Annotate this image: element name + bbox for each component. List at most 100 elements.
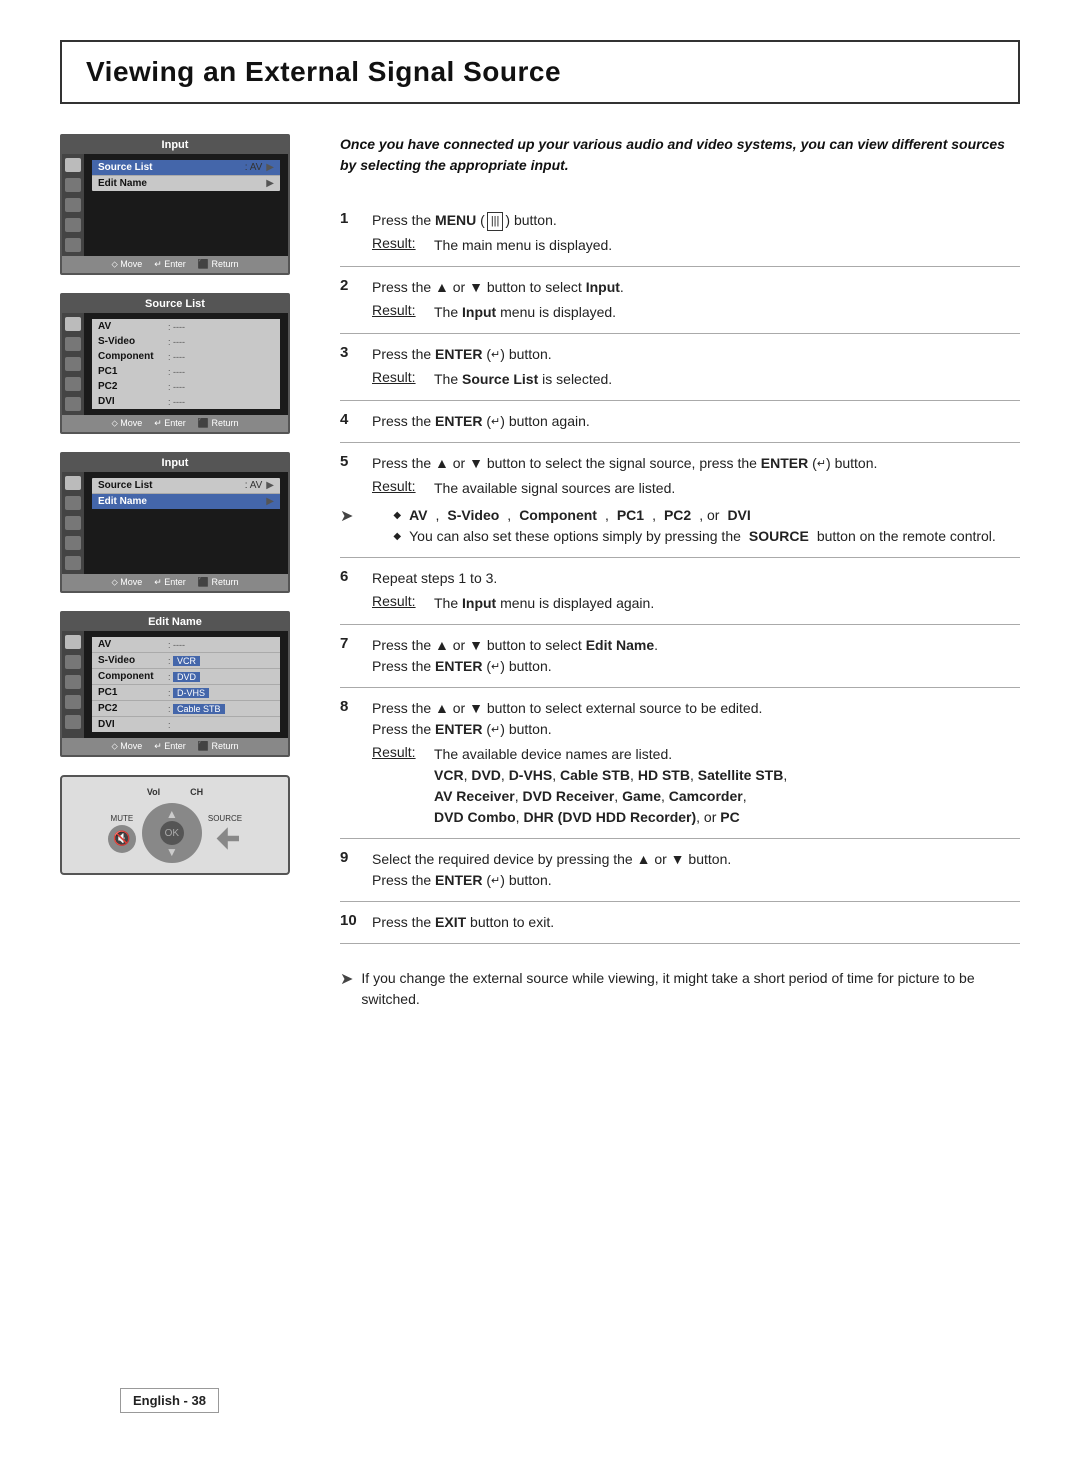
step-5-result: Result: The available signal sources are… [340,478,1020,499]
panel4-header: Edit Name [62,613,288,631]
vol-label: Vol [147,787,160,797]
panel3-footer: ⬦ Move ↵ Enter ⬛ Return [62,574,288,591]
step-5-text: Press the ▲ or ▼ button to select the si… [372,453,1020,474]
dpad-arrows: ▲ ▼ [142,803,202,863]
ch-label: CH [190,787,203,797]
sidebar-icon-4-2 [65,655,81,669]
dpad-up-icon: ▲ [166,807,178,821]
step-6-text: Repeat steps 1 to 3. [372,568,1020,589]
step-3-num: 3 [340,344,360,361]
sidebar-icon-5 [65,238,81,252]
right-content: Once you have connected up your various … [320,134,1020,1368]
sidebar-icon-4-4 [65,695,81,709]
step-5-bullets: AV, S-Video, Component, PC1, PC2, or DVI… [361,505,995,547]
sidebar-icon-4-1 [65,635,81,649]
sidebar-icon-1 [65,158,81,172]
intro-paragraph: Once you have connected up your various … [340,134,1020,176]
mute-circle: 🔇 [108,825,136,853]
sidebar-icon-3-3 [65,516,81,530]
sidebar-icon-2-2 [65,337,81,351]
sidebar-icon-3 [65,198,81,212]
step-9-row: 9 Select the required device by pressing… [340,849,1020,891]
step-1-result: Result: The main menu is displayed. [340,235,1020,256]
panel2-main: AV : ---- S-Video : ---- Component : ---… [84,313,288,415]
step-9-text: Select the required device by pressing t… [372,849,1020,891]
step-8-row: 8 Press the ▲ or ▼ button to select exte… [340,698,1020,740]
sidebar-icon-3-5 [65,556,81,570]
remote-labels: Vol CH [147,787,203,797]
source-arrow-icon [211,825,239,853]
step-7-text: Press the ▲ or ▼ button to select Edit N… [372,635,1020,677]
edit-row-dvi: DVI : [92,717,280,732]
main-content: Input Source List : AV [60,134,1020,1368]
src-row-svideo: S-Video : ---- [92,334,280,349]
footer-page-number: English - 38 [120,1388,219,1413]
step-10: 10 Press the EXIT button to exit. [340,902,1020,944]
sidebar-icon-3-2 [65,496,81,510]
src-row-pc2: PC2 : ---- [92,379,280,394]
sidebar-icon-2-5 [65,397,81,411]
step-6: 6 Repeat steps 1 to 3. Result: The Input… [340,558,1020,625]
step-1-row: 1 Press the MENU (|||) button. [340,210,1020,231]
src-row-component: Component : ---- [92,349,280,364]
src-row-pc1: PC1 : ---- [92,364,280,379]
panel2-footer: ⬦ Move ↵ Enter ⬛ Return [62,415,288,432]
source-button: SOURCE [208,814,242,853]
step-8: 8 Press the ▲ or ▼ button to select exte… [340,688,1020,839]
edit-row-av: AV : ---- [92,637,280,653]
tv-sidebar-2 [62,313,84,415]
step-7: 7 Press the ▲ or ▼ button to select Edit… [340,625,1020,688]
panel1-content: Source List : AV ▶ Edit Name ▶ [92,160,280,191]
step-9-num: 9 [340,849,360,866]
panel2-content: AV : ---- S-Video : ---- Component : ---… [92,319,280,409]
step-6-result: Result: The Input menu is displayed agai… [340,593,1020,614]
tv-panel-2: Source List AV : ---- [60,293,290,434]
step-1: 1 Press the MENU (|||) button. Result: T… [340,200,1020,267]
panel2-header: Source List [62,295,288,313]
tv-sidebar-1 [62,154,84,256]
sidebar-icon-4 [65,218,81,232]
src-row-av: AV : ---- [92,319,280,334]
step-2-text: Press the ▲ or ▼ button to select Input. [372,277,1020,298]
sidebar-icon-2-4 [65,377,81,391]
sidebar-icon-4-3 [65,675,81,689]
step-10-row: 10 Press the EXIT button to exit. [340,912,1020,933]
left-panels: Input Source List : AV [60,134,290,1368]
sidebar-icon-4-5 [65,715,81,729]
step-5: 5 Press the ▲ or ▼ button to select the … [340,443,1020,558]
step-4-num: 4 [340,411,360,428]
step-1-text: Press the MENU (|||) button. [372,210,1020,231]
sidebar-icon-2 [65,178,81,192]
step-5-notes: ➤ AV, S-Video, Component, PC1, PC2, or D… [340,505,1020,547]
sidebar-icon-2-3 [65,357,81,371]
sidebar-icon-3-4 [65,536,81,550]
step-1-num: 1 [340,210,360,227]
tv-sidebar-4 [62,631,84,738]
panel3-row-source: Source List : AV ▶ [92,478,280,494]
final-note-text: If you change the external source while … [361,968,1020,1010]
panel4-footer: ⬦ Move ↵ Enter ⬛ Return [62,738,288,755]
panel3-main: Source List : AV ▶ Edit Name ▶ [84,472,288,574]
step-10-text: Press the EXIT button to exit. [372,912,1020,933]
panel1-row-source: Source List : AV ▶ [92,160,280,176]
step-2: 2 Press the ▲ or ▼ button to select Inpu… [340,267,1020,334]
step-8-num: 8 [340,698,360,715]
remote-center: MUTE 🔇 OK ▲ ▼ [108,803,242,863]
bullet-1: AV, S-Video, Component, PC1, PC2, or DVI [393,505,995,526]
step-2-num: 2 [340,277,360,294]
step-3: 3 Press the ENTER (↵) button. Result: Th… [340,334,1020,401]
step-6-row: 6 Repeat steps 1 to 3. [340,568,1020,589]
dpad-down-icon: ▼ [166,845,178,859]
step-4-text: Press the ENTER (↵) button again. [372,411,1020,432]
step-3-result: Result: The Source List is selected. [340,369,1020,390]
final-note-arrow: ➤ [340,968,353,992]
step-7-num: 7 [340,635,360,652]
tv-panel-3: Input Source List : AV [60,452,290,593]
panel4-content: AV : ---- S-Video : VCR Component : DVD [92,637,280,732]
mute-button: MUTE 🔇 [108,814,136,853]
panel1-footer: ⬦ Move ↵ Enter ⬛ Return [62,256,288,273]
tv-panel-4: Edit Name AV : ---- [60,611,290,757]
tv-panel-1: Input Source List : AV [60,134,290,275]
step-5-num: 5 [340,453,360,470]
step-4: 4 Press the ENTER (↵) button again. [340,401,1020,443]
